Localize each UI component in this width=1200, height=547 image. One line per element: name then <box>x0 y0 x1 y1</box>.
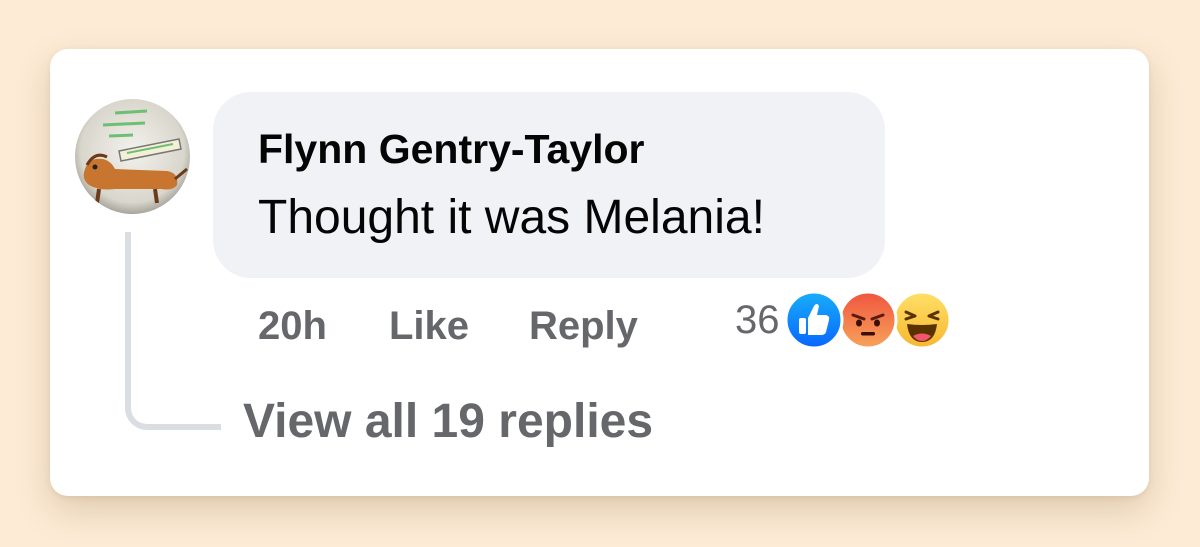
like-button[interactable]: Like <box>389 304 469 349</box>
comment-bubble: Flynn Gentry-Taylor Thought it was Melan… <box>213 92 885 278</box>
reaction-count: 36 <box>735 297 780 342</box>
comment-author-name[interactable]: Flynn Gentry-Taylor <box>258 126 645 173</box>
avatar-image <box>75 99 190 214</box>
avatar[interactable] <box>75 99 190 214</box>
reply-button[interactable]: Reply <box>529 304 638 349</box>
view-all-replies-link[interactable]: View all 19 replies <box>243 394 653 449</box>
like-icon <box>784 290 844 350</box>
comment-actions: 20h Like Reply <box>258 301 638 351</box>
haha-icon <box>892 290 952 350</box>
comment-text: Thought it was Melania! <box>258 191 765 244</box>
reactions-summary[interactable]: 36 <box>735 288 952 352</box>
angry-icon <box>838 290 898 350</box>
comment-timestamp[interactable]: 20h <box>258 304 327 349</box>
comment-card: Flynn Gentry-Taylor Thought it was Melan… <box>50 49 1149 496</box>
reply-thread-connector <box>125 232 221 430</box>
